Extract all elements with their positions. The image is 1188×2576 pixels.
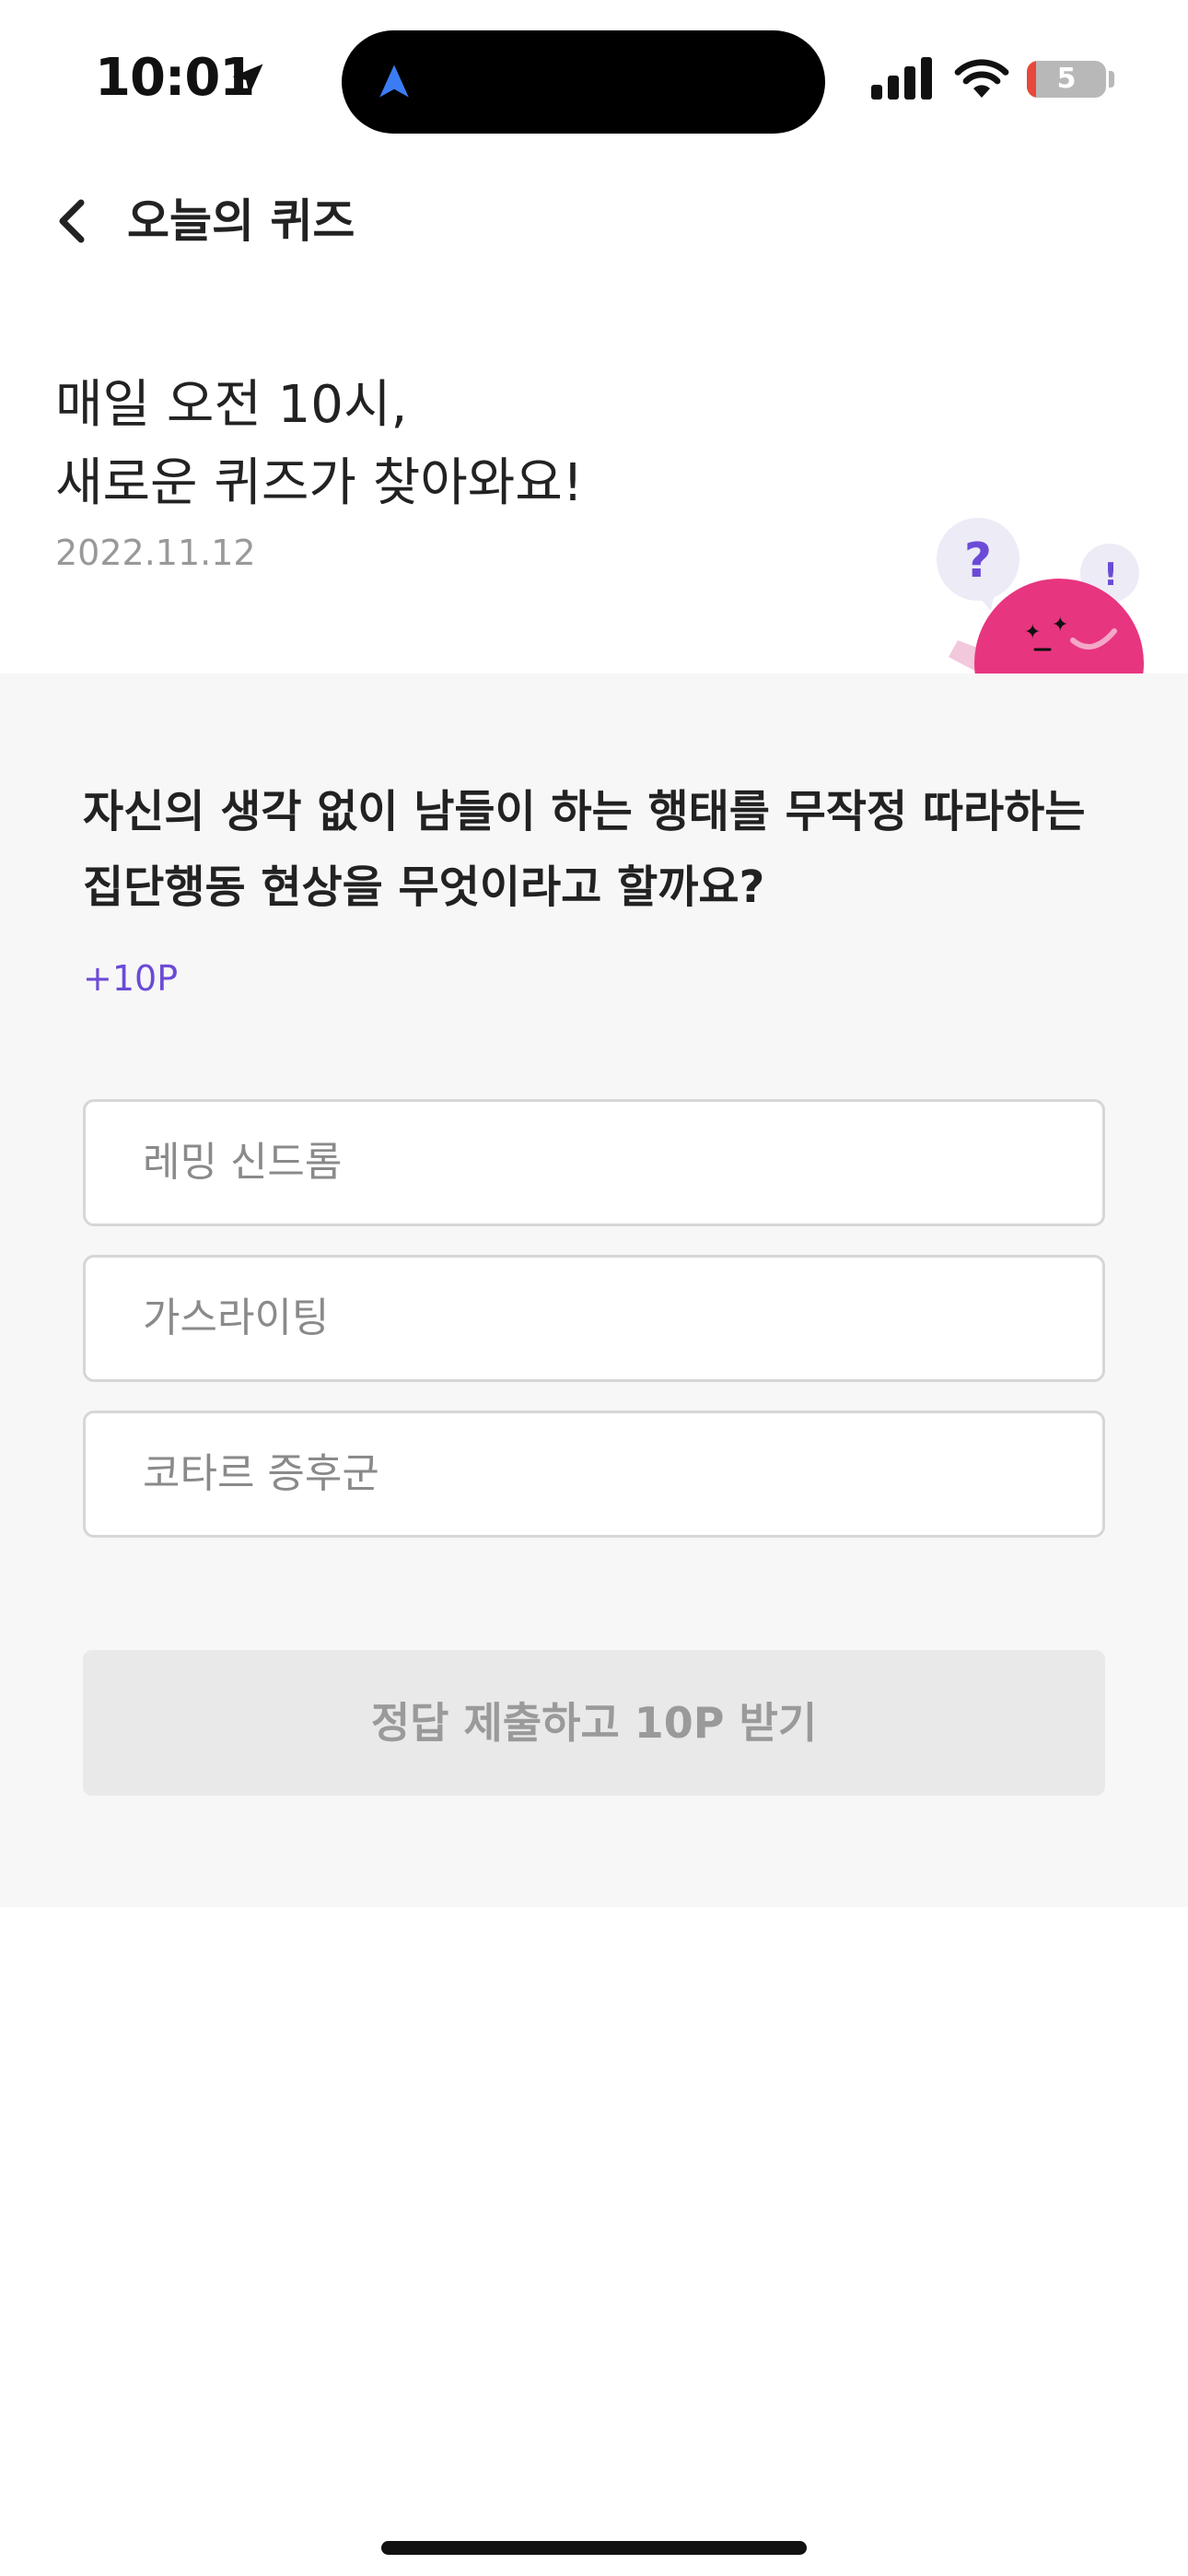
exclamation-mark-icon: !	[1103, 556, 1118, 593]
chevron-left-icon	[59, 199, 85, 243]
back-button[interactable]	[48, 193, 94, 249]
answer-option-label: 레밍 신드롬	[143, 1139, 343, 1186]
points-badge: +10P	[83, 958, 179, 999]
question-mark-icon: ?	[964, 533, 992, 589]
answer-option[interactable]: 레밍 신드롬	[83, 1099, 1105, 1226]
location-arrow-icon	[232, 64, 263, 95]
submit-answer-button[interactable]: 정답 제출하고 10P 받기	[83, 1650, 1105, 1796]
home-indicator[interactable]	[381, 2541, 807, 2555]
battery-icon: 5	[1027, 61, 1106, 98]
answer-option-label: 코타르 증후군	[143, 1450, 379, 1497]
battery-tip	[1109, 71, 1114, 88]
answer-option-label: 가스라이팅	[143, 1294, 330, 1341]
intro-headline-line-2: 새로운 퀴즈가 찾아와요!	[55, 453, 584, 513]
cellular-signal-icon	[871, 57, 932, 100]
intro-headline-line-1: 매일 오전 10시,	[55, 375, 408, 435]
page-title: 오늘의 퀴즈	[127, 194, 355, 248]
dynamic-island	[342, 30, 825, 134]
quiz-screen: 10:01 5 오늘의 퀴즈 매일 오전 10시, 새로운 퀴즈가 찾아와요! …	[0, 0, 1188, 2576]
battery-level-text: 5	[1056, 63, 1077, 95]
quiz-question: 자신의 생각 없이 남들이 하는 행태를 무작정 따라하는 집단행동 현상을 무…	[83, 786, 1086, 913]
answer-option[interactable]: 가스라이팅	[83, 1255, 1105, 1382]
navigation-arrow-icon	[379, 64, 409, 98]
quiz-date: 2022.11.12	[55, 533, 256, 573]
svg-text:✦: ✦	[1024, 621, 1041, 644]
wifi-icon	[954, 59, 1009, 98]
answer-option[interactable]: 코타르 증후군	[83, 1411, 1105, 1538]
quiz-mascot-illustration: ? ! ✦ ✦	[937, 518, 1144, 673]
status-bar: 10:01 5	[0, 0, 1188, 138]
svg-text:✦: ✦	[1052, 614, 1068, 637]
